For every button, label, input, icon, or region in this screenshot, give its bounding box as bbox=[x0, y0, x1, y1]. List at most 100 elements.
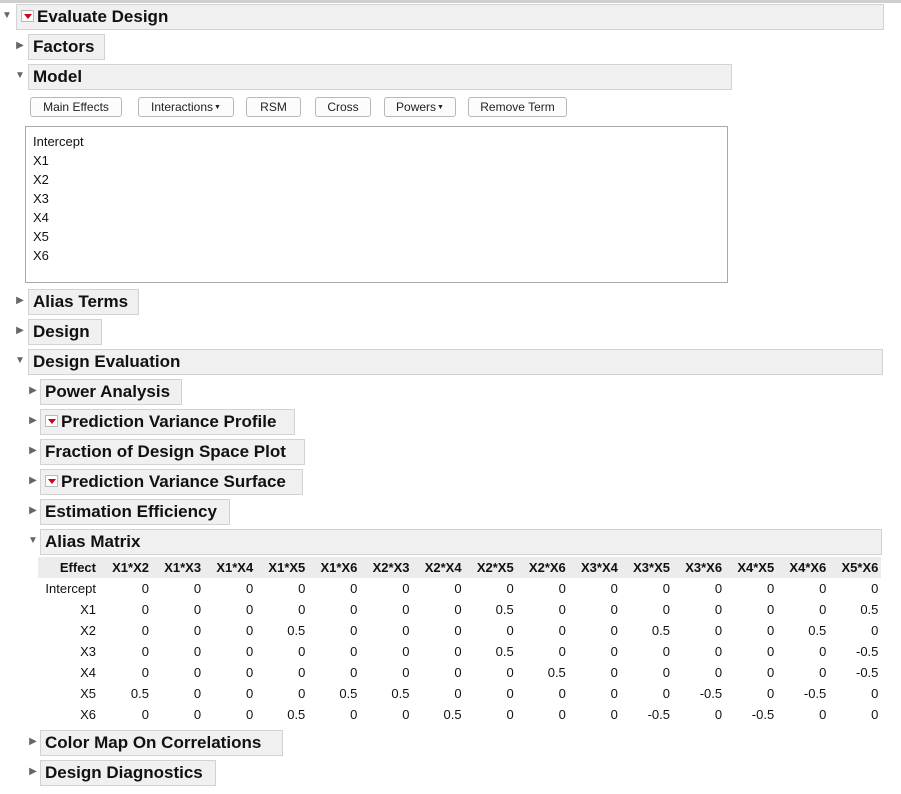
disclosure-closed-icon[interactable]: ▶ bbox=[15, 40, 25, 52]
list-item[interactable]: X1 bbox=[33, 151, 727, 170]
alias-matrix-cell: 0 bbox=[558, 686, 566, 701]
disclosure-closed-icon[interactable]: ▶ bbox=[15, 295, 25, 307]
list-item[interactable]: X6 bbox=[33, 246, 727, 265]
alias-matrix-cell: 0 bbox=[610, 602, 618, 617]
color-map-title: Color Map On Correlations bbox=[45, 733, 262, 752]
alias-matrix-cell: 0 bbox=[506, 686, 514, 701]
alias-matrix-column-header: X3*X6 bbox=[685, 560, 723, 575]
alias-matrix-cell: 0 bbox=[193, 602, 202, 617]
list-item[interactable]: X5 bbox=[33, 227, 727, 246]
alias-matrix-row-label: X6 bbox=[80, 707, 96, 722]
alias-matrix-cell: 0 bbox=[819, 707, 827, 722]
model-terms-list[interactable]: Intercept X1 X2 X3 X4 X5 X6 bbox=[25, 126, 728, 283]
disclosure-open-icon[interactable]: ▼ bbox=[15, 355, 25, 367]
alias-matrix-column-header: X1*X3 bbox=[164, 560, 202, 575]
list-item[interactable]: X3 bbox=[33, 189, 727, 208]
alias-matrix-cell: 0.5 bbox=[391, 686, 410, 701]
alias-matrix-cell: 0 bbox=[506, 581, 514, 596]
disclosure-closed-icon[interactable]: ▶ bbox=[28, 475, 38, 487]
alias-matrix-row-label: X2 bbox=[80, 623, 96, 638]
fraction-design-space-title: Fraction of Design Space Plot bbox=[45, 442, 286, 461]
prediction-variance-profile-header[interactable]: Prediction Variance Profile bbox=[40, 409, 295, 435]
model-header[interactable]: Model bbox=[28, 64, 732, 90]
alias-matrix-cell: 0.5 bbox=[808, 623, 827, 638]
disclosure-open-icon[interactable]: ▼ bbox=[2, 10, 12, 22]
alias-matrix-cell: 0 bbox=[871, 623, 879, 638]
alias-matrix-cell: 0 bbox=[871, 686, 879, 701]
alias-matrix-cell: 0.5 bbox=[860, 602, 879, 617]
cross-button[interactable]: Cross bbox=[315, 97, 371, 117]
list-item[interactable]: X2 bbox=[33, 170, 727, 189]
list-item[interactable]: Intercept bbox=[33, 132, 727, 151]
alias-matrix-cell: 0 bbox=[766, 644, 775, 659]
estimation-efficiency-header[interactable]: Estimation Efficiency bbox=[40, 499, 230, 525]
list-item[interactable]: X4 bbox=[33, 208, 727, 227]
alias-matrix-column-header: X4*X5 bbox=[737, 560, 775, 575]
design-diagnostics-header[interactable]: Design Diagnostics bbox=[40, 760, 216, 786]
alias-matrix-cell: 0 bbox=[871, 581, 879, 596]
alias-matrix-cell: 0.5 bbox=[130, 686, 149, 701]
powers-label: Powers bbox=[396, 100, 437, 114]
alias-matrix-cell: 0.5 bbox=[547, 665, 566, 680]
disclosure-closed-icon[interactable]: ▶ bbox=[28, 736, 38, 748]
red-triangle-menu-icon[interactable] bbox=[45, 475, 58, 488]
alias-matrix-column-header: X2*X3 bbox=[372, 560, 410, 575]
alias-matrix-cell: 0 bbox=[298, 644, 306, 659]
alias-matrix-column-header: X2*X6 bbox=[528, 560, 566, 575]
interactions-button[interactable]: Interactions▼ bbox=[138, 97, 234, 117]
alias-matrix-cell: 0 bbox=[193, 623, 202, 638]
fraction-design-space-header[interactable]: Fraction of Design Space Plot bbox=[40, 439, 305, 465]
alias-matrix-cell: 0 bbox=[193, 707, 202, 722]
dropdown-arrow-icon: ▼ bbox=[437, 103, 444, 111]
main-effects-button[interactable]: Main Effects bbox=[30, 97, 122, 117]
disclosure-closed-icon[interactable]: ▶ bbox=[28, 415, 38, 427]
disclosure-closed-icon[interactable]: ▶ bbox=[15, 325, 25, 337]
factors-header[interactable]: Factors bbox=[28, 34, 105, 60]
disclosure-closed-icon[interactable]: ▶ bbox=[28, 766, 38, 778]
remove-term-button[interactable]: Remove Term bbox=[468, 97, 567, 117]
alias-matrix-column-header: X1*X5 bbox=[268, 560, 306, 575]
alias-matrix-cell: 0 bbox=[610, 623, 618, 638]
power-analysis-header[interactable]: Power Analysis bbox=[40, 379, 182, 405]
disclosure-closed-icon[interactable]: ▶ bbox=[28, 385, 38, 397]
disclosure-open-icon[interactable]: ▼ bbox=[15, 70, 25, 82]
alias-matrix-cell: 0 bbox=[454, 686, 462, 701]
rsm-button[interactable]: RSM bbox=[246, 97, 301, 117]
alias-matrix-cell: 0 bbox=[714, 581, 723, 596]
disclosure-closed-icon[interactable]: ▶ bbox=[28, 505, 38, 517]
interactions-label: Interactions bbox=[151, 100, 214, 114]
prediction-variance-surface-title: Prediction Variance Surface bbox=[61, 472, 286, 491]
prediction-variance-surface-header[interactable]: Prediction Variance Surface bbox=[40, 469, 303, 495]
alias-matrix-cell: 0 bbox=[558, 602, 566, 617]
evaluate-design-header[interactable]: Evaluate Design bbox=[16, 4, 884, 30]
red-triangle-menu-icon[interactable] bbox=[45, 415, 58, 428]
alias-matrix-cell: 0 bbox=[402, 644, 410, 659]
alias-matrix-cell: 0.5 bbox=[651, 623, 670, 638]
top-border bbox=[0, 0, 901, 3]
design-header[interactable]: Design bbox=[28, 319, 102, 345]
alias-terms-header[interactable]: Alias Terms bbox=[28, 289, 139, 315]
disclosure-closed-icon[interactable]: ▶ bbox=[28, 445, 38, 457]
design-evaluation-header[interactable]: Design Evaluation bbox=[28, 349, 883, 375]
alias-matrix-cell: 0 bbox=[350, 623, 358, 638]
alias-matrix-cell: 0.5 bbox=[287, 707, 306, 722]
red-triangle-menu-icon[interactable] bbox=[21, 10, 34, 23]
alias-matrix-column-header: X2*X5 bbox=[476, 560, 514, 575]
alias-matrix-cell: 0 bbox=[819, 665, 827, 680]
design-diagnostics-title: Design Diagnostics bbox=[45, 763, 203, 782]
alias-matrix-cell: 0 bbox=[766, 581, 775, 596]
disclosure-open-icon[interactable]: ▼ bbox=[28, 535, 38, 547]
alias-matrix-cell: 0 bbox=[558, 644, 566, 659]
color-map-header[interactable]: Color Map On Correlations bbox=[40, 730, 283, 756]
evaluate-design-title: Evaluate Design bbox=[37, 7, 169, 26]
alias-matrix-cell: -0.5 bbox=[855, 665, 879, 680]
alias-matrix-cell: 0 bbox=[662, 581, 670, 596]
alias-matrix-cell: 0 bbox=[402, 665, 410, 680]
alias-matrix-cell: 0 bbox=[298, 686, 306, 701]
alias-matrix-column-header: X1*X4 bbox=[216, 560, 254, 575]
powers-button[interactable]: Powers▼ bbox=[384, 97, 456, 117]
alias-matrix-cell: 0 bbox=[714, 623, 723, 638]
alias-matrix-cell: 0 bbox=[141, 623, 149, 638]
alias-matrix-cell: -0.5 bbox=[803, 686, 827, 701]
alias-matrix-header[interactable]: Alias Matrix bbox=[40, 529, 882, 555]
